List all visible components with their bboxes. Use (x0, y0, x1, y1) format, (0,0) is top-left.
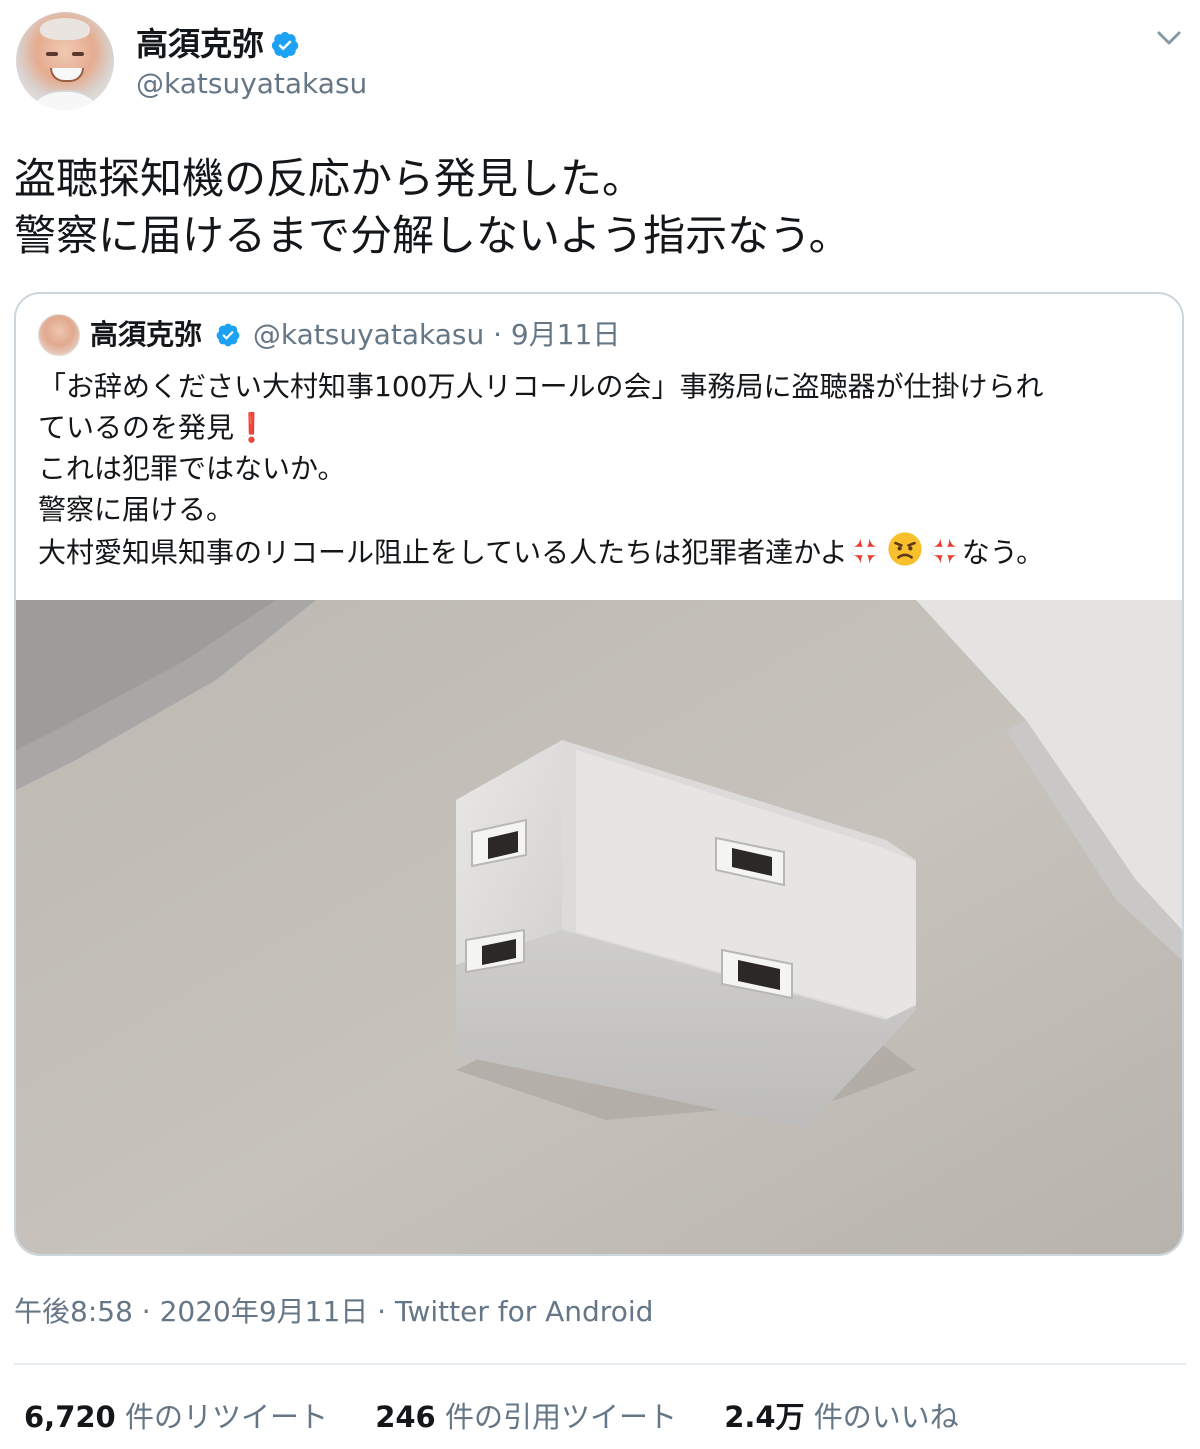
quote-label: 件の引用ツイート (444, 1400, 677, 1434)
quoted-author-avatar[interactable] (38, 314, 80, 356)
retweet-count-link[interactable]: 6,720 件のリツイート (24, 1396, 328, 1438)
tweet-text-line: 盗聴探知機の反応から発見した。 (14, 154, 645, 203)
tweet-text: 盗聴探知機の反応から発見した。 警察に届けるまで分解しないよう指示なう。 (14, 150, 1184, 264)
like-label: 件のいいね (813, 1400, 959, 1434)
chevron-down-icon[interactable] (1154, 26, 1184, 50)
retweet-label: 件のリツイート (124, 1400, 328, 1434)
quoted-line: ているのを発見❗ (38, 407, 1164, 448)
quoted-author-name[interactable]: 高須克弥 (90, 318, 202, 351)
quoted-author-handle[interactable]: @katsuyatakasu (253, 318, 484, 351)
avatar-eye-left (46, 52, 58, 56)
quoted-line-text: 大村愛知県知事のリコール阻止をしている人たちは犯罪者達かよ (38, 536, 848, 569)
quoted-line-text: ているのを発見 (38, 411, 235, 444)
quoted-tweet-card[interactable]: 高須克弥 @katsuyatakasu · 9月11日 「お辞めください大村知事… (14, 292, 1184, 1256)
quoted-tweet-header: 高須克弥 @katsuyatakasu · 9月11日 (90, 316, 620, 354)
retweet-count: 6,720 (24, 1400, 116, 1434)
verified-badge-icon (216, 323, 240, 347)
exclamation-emoji-icon: ❗ (234, 411, 269, 444)
quoted-line: 「お辞めください大村知事100万人リコールの会」事務局に盗聴器が仕掛けられ (38, 370, 1044, 403)
author-display-name[interactable]: 高須克弥 (136, 25, 264, 63)
avatar-smile (50, 68, 84, 82)
divider (14, 1363, 1186, 1365)
author-name-row[interactable]: 高須克弥 (136, 24, 300, 64)
quoted-tweet-text: 「お辞めください大村知事100万人リコールの会」事務局に盗聴器が仕掛けられ てい… (38, 366, 1164, 573)
like-count: 2.4万 (724, 1400, 805, 1434)
angry-face-icon (888, 532, 922, 566)
avatar-coat (22, 90, 108, 110)
quoted-tweet-photo[interactable] (16, 600, 1182, 1256)
quoted-line: これは犯罪ではないか。 (38, 452, 346, 485)
avatar-eye-right (72, 52, 84, 56)
quoted-separator: · (493, 318, 503, 351)
quote-count-link[interactable]: 246 件の引用ツイート (375, 1396, 677, 1438)
author-handle[interactable]: @katsuyatakasu (136, 66, 367, 102)
quoted-line: 大村愛知県知事のリコール阻止をしている人たちは犯罪者達かよ なう。 (38, 530, 1164, 573)
like-count-link[interactable]: 2.4万 件のいいね (724, 1396, 959, 1438)
quoted-line: 警察に届ける。 (38, 493, 235, 526)
tweet-timestamp[interactable]: 午後8:58 · 2020年9月11日 · Twitter for Androi… (14, 1292, 653, 1332)
quoted-date[interactable]: 9月11日 (511, 318, 620, 351)
tweet-stats: 6,720 件のリツイート 246 件の引用ツイート 2.4万 件のいいね (24, 1396, 997, 1438)
quoted-line-text: なう。 (961, 536, 1045, 569)
anger-symbol-icon (852, 538, 878, 564)
anger-symbol-icon (932, 538, 958, 564)
quote-count: 246 (375, 1400, 436, 1434)
tweet-text-line: 警察に届けるまで分解しないよう指示なう。 (14, 211, 851, 260)
verified-badge-icon (271, 31, 299, 59)
avatar-hair (40, 18, 90, 40)
author-avatar[interactable] (16, 12, 114, 110)
